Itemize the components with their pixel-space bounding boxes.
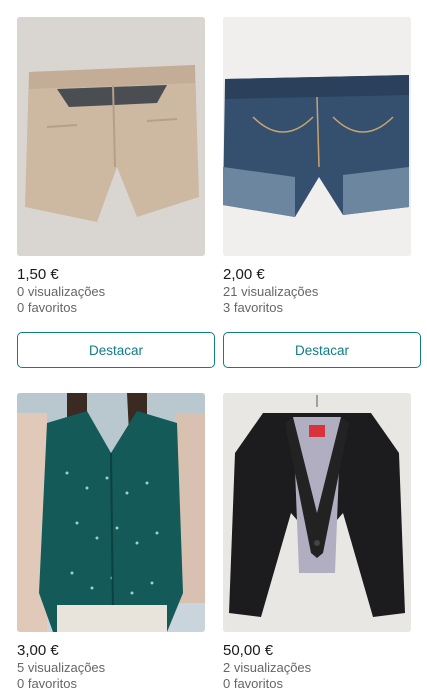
item-price: 3,00 € (17, 642, 59, 659)
denim-shorts-image (223, 17, 411, 256)
item-favorites: 3 favoritos (223, 300, 283, 315)
item-views: 0 visualizações (17, 284, 106, 299)
boost-button[interactable]: Destacar (17, 332, 215, 368)
item-card: 2,00 € 21 visualizações 3 favoritos Dest… (223, 17, 421, 393)
beige-shorts-image (17, 17, 205, 256)
black-blazer-image (223, 393, 411, 632)
teal-blouse-image (17, 393, 205, 632)
item-favorites: 0 favoritos (17, 676, 77, 691)
item-card: 50,00 € 2 visualizações 0 favoritos (223, 393, 411, 699)
item-photo-denim-shorts[interactable] (223, 17, 411, 256)
boost-button[interactable]: Destacar (223, 332, 421, 368)
item-views: 21 visualizações (223, 284, 319, 299)
item-views: 5 visualizações (17, 660, 106, 675)
item-views: 2 visualizações (223, 660, 312, 675)
item-price: 1,50 € (17, 266, 59, 283)
item-photo-black-blazer[interactable] (223, 393, 411, 632)
item-price: 2,00 € (223, 266, 265, 283)
item-card: 3,00 € 5 visualizações 0 favoritos (17, 393, 205, 699)
item-price: 50,00 € (223, 642, 274, 659)
item-photo-beige-shorts[interactable] (17, 17, 205, 256)
item-card: 1,50 € 0 visualizações 0 favoritos Desta… (17, 17, 215, 393)
item-favorites: 0 favoritos (223, 676, 283, 691)
item-photo-teal-blouse[interactable] (17, 393, 205, 632)
item-favorites: 0 favoritos (17, 300, 77, 315)
item-grid: 1,50 € 0 visualizações 0 favoritos Desta… (17, 17, 421, 699)
